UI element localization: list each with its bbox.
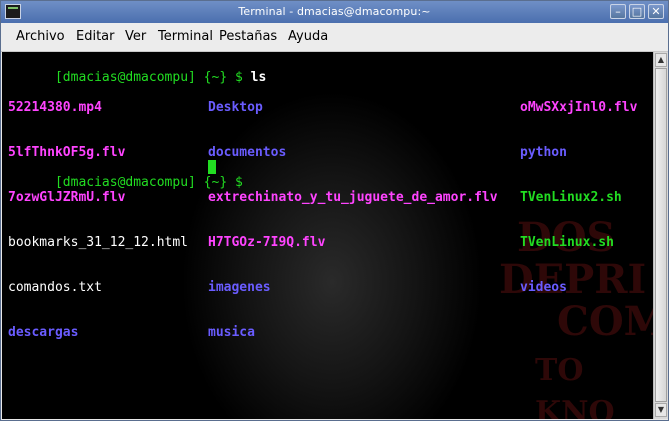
file-item: documentos — [208, 145, 287, 160]
file-item: 52214380.mp4 — [8, 100, 102, 115]
file-item: comandos.txt — [8, 280, 102, 295]
window-title: Terminal - dmacias@dmacompu:~ — [238, 5, 431, 18]
menu-archivo[interactable]: Archivo — [16, 29, 65, 44]
prompt: [dmacias@dmacompu] {~} $ — [54, 175, 243, 190]
file-item: descargas — [8, 325, 79, 340]
file-item: musica — [208, 325, 255, 340]
scroll-down-icon[interactable]: ▼ — [655, 403, 667, 417]
file-item: Desktop — [208, 100, 263, 115]
file-col-2: Desktop documentos extrechinato_y_tu_jug… — [208, 70, 498, 370]
file-item: TVenLinux.sh — [520, 235, 614, 250]
menu-terminal[interactable]: Terminal — [158, 29, 213, 44]
menu-bar: Archivo Editar Ver Terminal Pestañas Ayu… — [1, 23, 668, 52]
terminal-window: Terminal - dmacias@dmacompu:~ – □ ✕ Arch… — [0, 0, 669, 421]
file-col-3: oMwSXxjInl0.flv python TVenLinux2.sh TVe… — [520, 70, 637, 325]
menu-ver[interactable]: Ver — [125, 29, 146, 44]
scrollbar-thumb[interactable] — [655, 68, 667, 402]
background-text-4: TO KNO — [535, 353, 615, 419]
minimize-button[interactable]: – — [610, 4, 626, 19]
file-item: bookmarks_31_12_12.html — [8, 235, 189, 250]
maximize-button[interactable]: □ — [629, 4, 645, 19]
file-item: H7TGOz-7I9Q.flv — [208, 235, 326, 250]
file-item: python — [520, 145, 567, 160]
file-item: 5lfThnkOF5g.flv — [8, 145, 126, 160]
file-item: videos — [520, 280, 567, 295]
file-item: oMwSXxjInl0.flv — [520, 100, 638, 115]
scrollbar[interactable]: ▲ ▼ — [653, 52, 668, 419]
file-col-1: 52214380.mp4 5lfThnkOF5g.flv 7ozwGlJZRmU… — [8, 70, 188, 370]
menu-ayuda[interactable]: Ayuda — [288, 29, 328, 44]
close-button[interactable]: ✕ — [648, 4, 664, 19]
text-cursor — [208, 160, 216, 174]
scroll-up-icon[interactable]: ▲ — [655, 53, 667, 67]
file-item: imagenes — [208, 280, 271, 295]
title-bar[interactable]: Terminal - dmacias@dmacompu:~ – □ ✕ — [1, 1, 668, 23]
menu-pestanas[interactable]: Pestañas — [219, 29, 277, 44]
file-item: extrechinato_y_tu_juguete_de_amor.flv — [208, 190, 498, 205]
menu-editar[interactable]: Editar — [76, 29, 115, 44]
file-item: TVenLinux2.sh — [520, 190, 622, 205]
terminal-output[interactable]: DOS DEPRI COM TO KNO [dmacias@dmacompu] … — [2, 52, 653, 419]
